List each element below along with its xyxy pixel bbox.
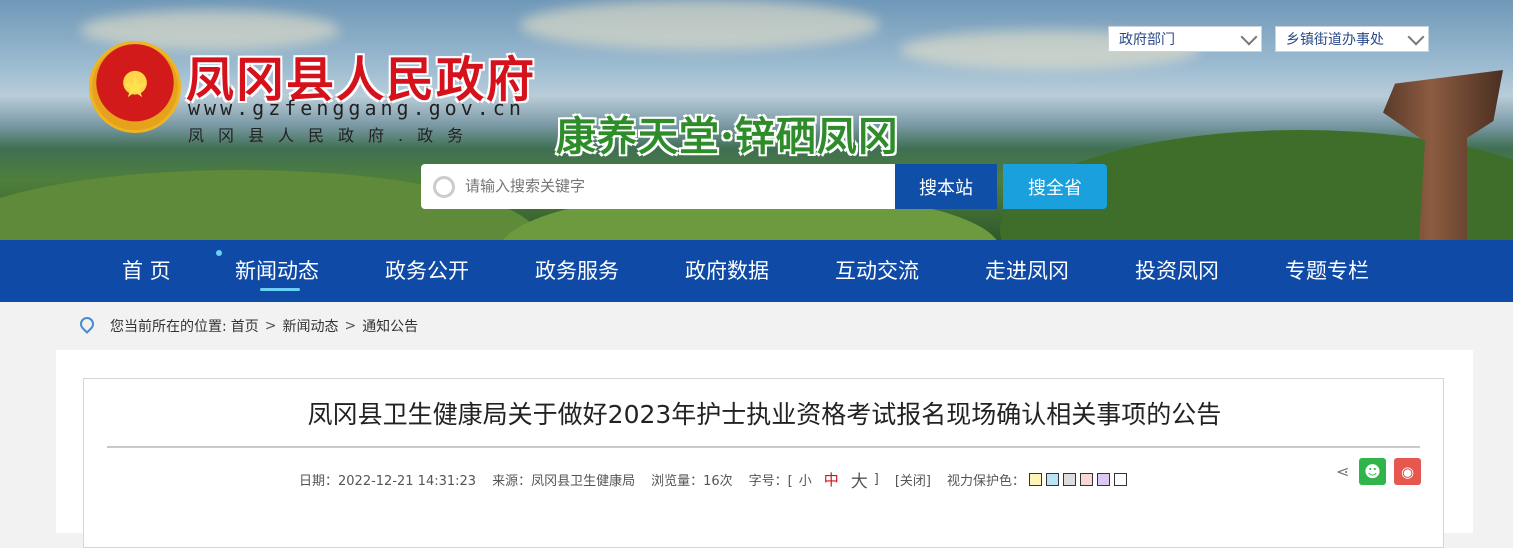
nav-item-gov-affairs[interactable]: 政务公开 [385,240,469,302]
swatch-purple[interactable] [1097,473,1110,486]
font-size-medium[interactable]: 中 [824,469,839,490]
breadcrumb-home[interactable]: 首页 [231,316,259,336]
nav-item-about[interactable]: 走进凤冈 [985,240,1069,302]
chevron-down-icon [1240,28,1258,45]
article-title: 凤冈县卫生健康局关于做好2023年护士执业资格考试报名现场确认相关事项的公告 [307,400,1222,429]
site-subtitle: 凤冈县人民政府.政务 [188,126,478,145]
article-views: 浏览量：16次 [651,474,733,489]
weibo-share-icon[interactable]: ◉ [1394,458,1421,485]
breadcrumb-separator: > [344,318,357,334]
search-box [421,164,895,209]
eye-care-label: 视力保护色： [946,474,1025,489]
nav-item-news[interactable]: 新闻动态 [235,240,319,302]
swatch-gray[interactable] [1063,473,1076,486]
swatch-white[interactable] [1114,473,1127,486]
dropdown-label: 政府部门 [1119,32,1175,48]
slogan: 康养天堂·锌硒凤冈 [556,113,899,160]
nav-item-topics[interactable]: 专题专栏 [1285,240,1369,302]
search-icon [433,175,455,198]
nav-item-invest[interactable]: 投资凤冈 [1135,240,1219,302]
site-url: www.gzfenggang.gov.cn [188,96,525,120]
dropdown-label: 乡镇街道办事处 [1286,32,1384,48]
breadcrumb-news[interactable]: 新闻动态 [282,316,338,336]
eye-care-swatches [1029,473,1127,486]
nav-item-services[interactable]: 政务服务 [535,240,619,302]
close-link[interactable]: [关闭] [895,470,931,489]
banner-cloud [520,0,880,50]
nav-item-home[interactable]: 首 页 [122,240,171,302]
wechat-share-icon[interactable]: ☻ [1359,458,1386,485]
swatch-yellow[interactable] [1029,473,1042,486]
title-divider [107,446,1420,448]
article-source: 来源：凤冈县卫生健康局 [492,474,636,489]
location-pin-icon [80,317,94,335]
main-nav: 首 页 新闻动态 政务公开 政务服务 政府数据 互动交流 走进凤冈 投资凤冈 专… [0,240,1513,302]
article-date: 日期：2022-12-21 14:31:23 [299,474,477,489]
nav-active-underline [260,288,300,291]
dropdown-towns[interactable]: 乡镇街道办事处 [1275,26,1429,52]
breadcrumb-notices[interactable]: 通知公告 [362,316,418,336]
share-icon[interactable]: ⋖ [1336,462,1352,481]
breadcrumb: 您当前所在的位置: 首页 > 新闻动态 > 通知公告 [56,302,1473,350]
breadcrumb-prefix: 您当前所在的位置: [110,319,227,335]
font-size-close-bracket: ] [873,472,879,487]
swatch-pink[interactable] [1080,473,1093,486]
font-size-small[interactable]: 小 [799,470,812,489]
search-province-button[interactable]: 搜全省 [1003,164,1107,209]
font-size-large[interactable]: 大 [851,467,868,492]
swatch-blue[interactable] [1046,473,1059,486]
search-input[interactable] [463,177,867,196]
nav-item-interaction[interactable]: 互动交流 [835,240,919,302]
nav-item-data[interactable]: 政府数据 [685,240,769,302]
dropdown-departments[interactable]: 政府部门 [1108,26,1262,52]
article-meta: 日期：2022-12-21 14:31:23 来源：凤冈县卫生健康局 浏览量：1… [299,467,1143,492]
national-emblem-icon: ★ [92,44,178,130]
breadcrumb-separator: > [264,318,277,334]
font-size-label: 字号：[ [748,474,793,489]
chevron-down-icon [1407,28,1425,45]
search-site-button[interactable]: 搜本站 [895,164,997,209]
nav-active-dot [216,250,222,256]
